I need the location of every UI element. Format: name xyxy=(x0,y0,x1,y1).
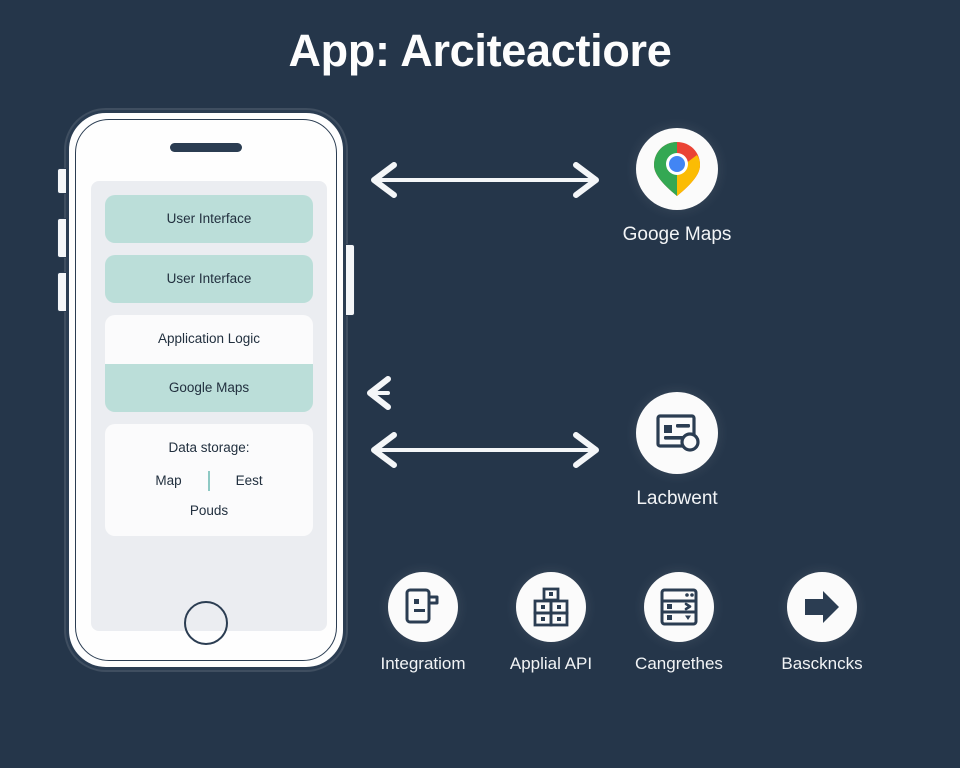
node-label-lacbwent: Lacbwent xyxy=(636,488,718,509)
node-lacbwent[interactable]: Lacbwent xyxy=(597,392,757,510)
data-storage-bottom-value: Pouds xyxy=(189,502,229,518)
integratiom-icon-circle xyxy=(388,572,458,642)
phone-speaker xyxy=(170,143,242,152)
arrow-left-small-icon xyxy=(362,376,402,410)
screen-row-application-logic[interactable]: Application Logic xyxy=(105,315,313,364)
server-rack-icon xyxy=(660,588,698,626)
screen-group-ui-2: User Interface xyxy=(105,255,313,304)
phone-screen: User Interface User Interface Applicatio… xyxy=(91,181,327,631)
page-title: App: Arciteactiore xyxy=(288,25,672,76)
bidirectional-arrow-bottom-icon xyxy=(360,430,610,470)
device-plug-icon xyxy=(405,588,439,624)
diagram-canvas: App: Arciteactiore User Interface User I… xyxy=(0,0,960,768)
screen-group-ui-1: User Interface xyxy=(105,195,313,244)
phone-mute-switch[interactable] xyxy=(57,168,66,194)
node-label-basckncks: Basckncks xyxy=(781,654,863,673)
phone-body: User Interface User Interface Applicatio… xyxy=(66,110,346,670)
stacked-boxes-icon xyxy=(533,587,569,627)
node-cangrethes[interactable]: Cangrethes xyxy=(619,572,739,674)
bidirectional-arrow-top-icon xyxy=(360,160,610,200)
node-label-cangrethes: Cangrethes xyxy=(635,654,723,673)
phone-home-button[interactable] xyxy=(184,601,228,645)
node-label-applial-api: Applial API xyxy=(509,654,593,673)
node-basckncks[interactable]: Basckncks xyxy=(762,572,882,674)
screen-row-user-interface-1[interactable]: User Interface xyxy=(105,195,313,244)
phone-volume-up-button[interactable] xyxy=(57,218,66,258)
data-storage-columns: Map Eest xyxy=(115,470,303,491)
node-label-google-maps: Googe Maps xyxy=(622,224,732,245)
screen-row-google-maps[interactable]: Google Maps xyxy=(105,363,313,412)
phone-mockup: User Interface User Interface Applicatio… xyxy=(57,110,355,670)
data-storage-divider xyxy=(207,470,210,491)
document-card-icon xyxy=(656,414,700,452)
lacbwent-icon-circle xyxy=(636,392,718,474)
node-applial-api[interactable]: Applial API xyxy=(491,572,611,674)
phone-volume-down-button[interactable] xyxy=(57,272,66,312)
data-storage-left-value: Map xyxy=(155,473,182,489)
node-label-integratiom: Integratiom xyxy=(380,654,466,673)
screen-row-user-interface-2[interactable]: User Interface xyxy=(105,255,313,304)
screen-group-logic: Application Logic Google Maps xyxy=(105,315,313,412)
node-integratiom[interactable]: Integratiom xyxy=(363,572,483,674)
google-maps-pin-icon xyxy=(654,142,700,196)
google-maps-icon-circle xyxy=(636,128,718,210)
cangrethes-icon-circle xyxy=(644,572,714,642)
data-storage-card: Data storage: Map Eest Pouds xyxy=(105,423,313,536)
applial-api-icon-circle xyxy=(516,572,586,642)
node-google-maps[interactable]: Googe Maps xyxy=(597,128,757,246)
data-storage-right-value: Eest xyxy=(235,473,263,489)
phone-power-button[interactable] xyxy=(346,244,355,316)
arrow-right-block-icon xyxy=(805,591,839,623)
data-storage-title: Data storage: xyxy=(168,439,250,455)
basckncks-icon-circle xyxy=(787,572,857,642)
